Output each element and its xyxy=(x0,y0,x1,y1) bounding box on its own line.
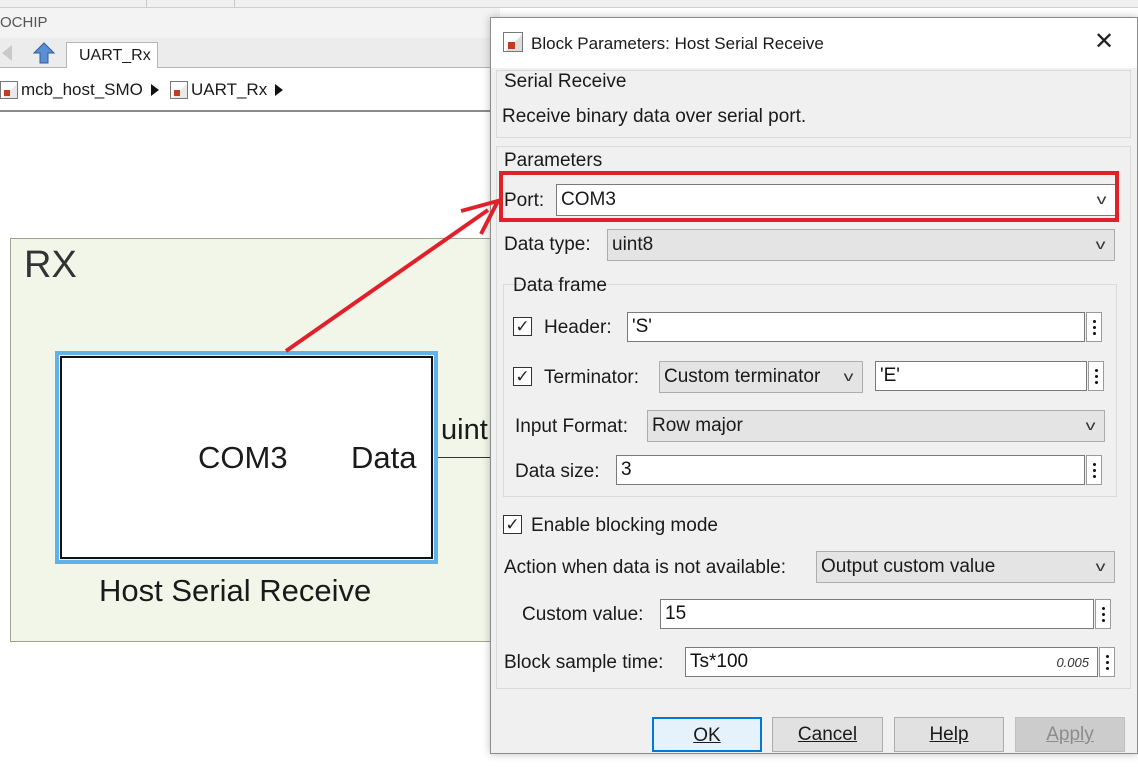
header-field[interactable]: 'S' xyxy=(627,312,1085,342)
toolstrip-section-label: OCHIP xyxy=(0,8,500,38)
breadcrumb-item-root[interactable]: mcb_host_SMO xyxy=(0,80,159,100)
port-label: Port: xyxy=(504,190,545,211)
sample-time-hint: 0.005 xyxy=(1056,655,1089,670)
chevron-down-icon: v xyxy=(1085,417,1096,433)
model-tab-bar: UART_Rx xyxy=(0,38,500,69)
breadcrumb-arrow-icon[interactable] xyxy=(275,84,284,96)
data-size-label: Data size: xyxy=(515,461,600,482)
back-arrow-icon[interactable] xyxy=(0,44,16,62)
terminator-field[interactable]: 'E' xyxy=(875,361,1087,391)
block-name: Host Serial Receive xyxy=(99,573,372,608)
tab-uart-rx[interactable]: UART_Rx xyxy=(66,42,158,69)
parameters-label: Parameters xyxy=(504,150,603,171)
block-output-label: Data xyxy=(351,440,417,475)
chevron-down-icon: v xyxy=(843,368,854,384)
data-frame-label: Data frame xyxy=(513,275,607,296)
data-type-dropdown[interactable]: uint8 v xyxy=(607,229,1115,261)
breadcrumb: mcb_host_SMO UART_Rx xyxy=(0,68,500,112)
subsystem-icon xyxy=(170,81,188,99)
terminator-checkbox[interactable]: ✓ xyxy=(513,367,532,386)
breadcrumb-label: UART_Rx xyxy=(191,80,268,99)
block-description: Receive binary data over serial port. xyxy=(502,106,807,127)
sample-time-label: Block sample time: xyxy=(504,652,664,673)
model-toolstrip xyxy=(0,0,1138,8)
tab-label: UART_Rx xyxy=(79,47,151,64)
model-icon xyxy=(0,81,18,99)
help-button-label: Help xyxy=(929,724,969,745)
action-dropdown[interactable]: Output custom value v xyxy=(816,551,1115,583)
toolstrip-label-text: OCHIP xyxy=(0,14,48,31)
chevron-down-icon: v xyxy=(1096,191,1107,207)
sample-time-value: Ts*100 xyxy=(690,651,749,672)
input-format-value: Row major xyxy=(652,415,743,436)
breadcrumb-item-subsystem[interactable]: UART_Rx xyxy=(170,80,284,100)
signal-line[interactable] xyxy=(438,457,498,458)
block-icon xyxy=(503,32,523,52)
custom-value-field[interactable]: 15 xyxy=(660,599,1094,629)
data-type-label: Data type: xyxy=(504,234,591,255)
input-format-dropdown[interactable]: Row major v xyxy=(647,410,1105,442)
action-label: Action when data is not available: xyxy=(504,557,787,578)
subsystem-label: RX xyxy=(24,244,77,286)
chevron-down-icon: v xyxy=(1095,236,1106,252)
help-button[interactable]: Help xyxy=(894,717,1004,752)
cancel-button[interactable]: Cancel xyxy=(772,717,883,752)
sample-time-field[interactable]: Ts*100 0.005 xyxy=(685,647,1098,677)
terminator-type-dropdown[interactable]: Custom terminator v xyxy=(659,361,863,393)
dialog-title: Block Parameters: Host Serial Receive xyxy=(531,34,824,53)
header-checkbox[interactable]: ✓ xyxy=(513,317,532,336)
breadcrumb-arrow-icon[interactable] xyxy=(150,84,159,96)
blocking-checkbox[interactable]: ✓ xyxy=(503,515,522,534)
ok-button-label: OK xyxy=(693,725,721,746)
close-icon[interactable]: ✕ xyxy=(1091,30,1117,56)
sample-time-more-icon[interactable] xyxy=(1099,647,1115,677)
terminator-more-icon[interactable] xyxy=(1088,361,1104,391)
input-format-label: Input Format: xyxy=(515,416,628,437)
blocking-label: Enable blocking mode xyxy=(531,515,718,536)
toolstrip-divider xyxy=(234,0,235,8)
ok-button[interactable]: OK xyxy=(652,717,762,752)
data-size-field[interactable]: 3 xyxy=(616,455,1085,485)
signal-label: uint xyxy=(441,414,488,446)
action-value: Output custom value xyxy=(821,556,996,577)
terminator-label: Terminator: xyxy=(544,367,640,388)
breadcrumb-label: mcb_host_SMO xyxy=(21,80,143,99)
block-port-label: COM3 xyxy=(198,440,288,475)
port-dropdown[interactable]: COM3 v xyxy=(556,184,1116,216)
up-to-parent-icon[interactable] xyxy=(33,42,55,64)
block-type-label: Serial Receive xyxy=(504,71,627,92)
dialog-titlebar[interactable]: Block Parameters: Host Serial Receive ✕ xyxy=(491,18,1137,68)
custom-value-label: Custom value: xyxy=(522,604,644,625)
block-parameters-dialog: Block Parameters: Host Serial Receive ✕ … xyxy=(490,17,1138,754)
data-type-value: uint8 xyxy=(612,234,654,255)
custom-value-more-icon[interactable] xyxy=(1095,599,1111,629)
header-label: Header: xyxy=(544,317,612,338)
apply-button-label: Apply xyxy=(1046,724,1094,745)
terminator-type-value: Custom terminator xyxy=(664,366,821,387)
apply-button: Apply xyxy=(1015,717,1125,752)
chevron-down-icon: v xyxy=(1095,558,1106,574)
header-more-icon[interactable] xyxy=(1086,312,1102,342)
cancel-button-label: Cancel xyxy=(797,724,858,745)
data-size-more-icon[interactable] xyxy=(1086,455,1102,485)
toolstrip-divider xyxy=(146,0,147,8)
port-value: COM3 xyxy=(561,189,616,210)
